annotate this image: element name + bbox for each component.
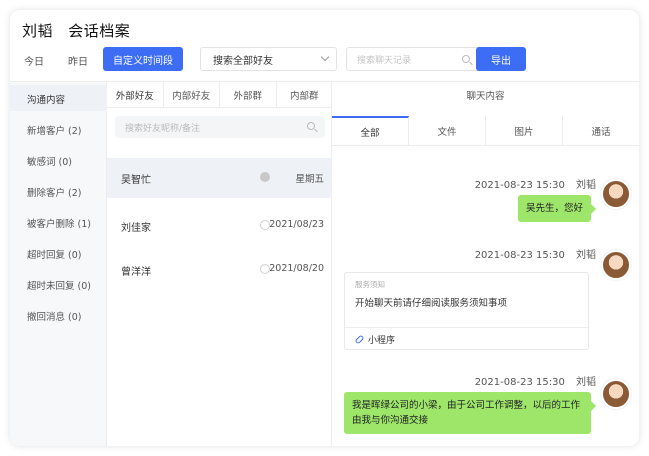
message-time: 2021-08-23 15:30 (474, 377, 565, 388)
yesterday-button[interactable]: 昨日 (68, 53, 88, 68)
check-circle-icon (260, 172, 270, 182)
contact-date: 2021/08/20 (269, 263, 324, 274)
chat-search-input[interactable]: 搜索聊天记录 (346, 47, 481, 71)
sidebar-item-new-customers[interactable]: 新增客户 (2) (27, 123, 81, 137)
page-title: 刘韬 会话档案 (22, 20, 140, 41)
message-sender: 刘韬 (576, 250, 596, 261)
sidebar-item-deleted-customers[interactable]: 删除客户 (2) (27, 185, 81, 199)
card-text: 开始聊天前请仔细阅读服务须知事项 (355, 298, 508, 309)
contact-name: 吴智忙 (121, 175, 151, 186)
avatar (601, 250, 631, 280)
contact-item[interactable]: 曾洋洋 2021/08/20 (107, 250, 332, 290)
contact-item[interactable]: 吴智忙 星期五 (107, 158, 332, 198)
export-button[interactable]: 导出 (476, 47, 526, 71)
chevron-down-icon (320, 52, 330, 62)
friend-select-value: 搜索全部好友 (213, 55, 273, 67)
sidebar-item-sensitive-words[interactable]: 敏感词 (0) (27, 154, 72, 168)
message-time: 2021-08-23 15:30 (474, 180, 565, 191)
card-divider (345, 327, 588, 328)
avatar (601, 379, 631, 409)
message-bubble: 我是晖绿公司的小梁，由于公司工作调整，以后的工作由我与你沟通交接 (344, 392, 596, 434)
link-icon (354, 334, 365, 345)
tab-files[interactable]: 文件 (409, 116, 486, 145)
message-bubble: 吴先生，您好 (517, 195, 597, 222)
tab-external-groups[interactable]: 外部群 (220, 82, 277, 107)
mini-program-card[interactable]: 服务须知 开始聊天前请仔细阅读服务须知事项 小程序 (344, 272, 589, 350)
avatar (601, 179, 631, 209)
mini-program-link[interactable]: 小程序 (354, 333, 396, 346)
sidebar-item-recalled[interactable]: 撤回消息 (0) (27, 309, 81, 323)
contact-tabs: 外部好友 内部好友 外部群 内部群 (107, 82, 332, 108)
tab-all[interactable]: 全部 (332, 116, 409, 145)
chat-panel-title: 聊天内容 (466, 91, 505, 102)
message-sender: 刘韬 (576, 180, 596, 191)
sidebar-item-chat-content[interactable]: 沟通内容 (27, 92, 65, 106)
search-icon (462, 55, 470, 63)
tab-internal-groups[interactable]: 内部群 (277, 82, 333, 107)
search-icon (307, 122, 315, 130)
tab-external-friends[interactable]: 外部好友 (107, 82, 164, 107)
sidebar-item-late-reply[interactable]: 超时回复 (0) (27, 247, 81, 261)
tab-images[interactable]: 图片 (486, 116, 563, 145)
contact-item[interactable]: 刘佳家 2021/08/23 (107, 206, 332, 246)
message-meta: 2021-08-23 15:30 刘韬 (475, 373, 596, 388)
chat-panel: 聊天内容 全部 文件 图片 通话 2021-08-23 15:30 刘韬 吴先生… (332, 82, 639, 446)
contact-name: 曾洋洋 (121, 267, 151, 278)
category-sidebar: 沟通内容 新增客户 (2) 敏感词 (0) 删除客户 (2) 被客户删除 (1)… (10, 82, 107, 446)
mini-program-label: 小程序 (368, 336, 396, 346)
sidebar-item-deleted-by-customer[interactable]: 被客户删除 (1) (27, 216, 91, 230)
custom-range-button[interactable]: 自定义时间段 (103, 47, 183, 71)
contact-search-input[interactable]: 搜索好友昵称/备注 (115, 116, 325, 138)
today-button[interactable]: 今日 (24, 53, 44, 68)
message-sender: 刘韬 (576, 377, 596, 388)
session-archive-card: 刘韬 会话档案 今日 昨日 自定义时间段 搜索全部好友 搜索聊天记录 导出 沟通… (10, 10, 639, 446)
message-meta: 2021-08-23 15:30 刘韬 (475, 246, 596, 261)
sidebar-item-no-reply[interactable]: 超时未回复 (0) (27, 278, 91, 292)
page-title-text: 会话档案 (68, 22, 131, 40)
tab-calls[interactable]: 通话 (563, 116, 639, 145)
contact-search-placeholder: 搜索好友昵称/备注 (125, 123, 201, 134)
chat-search-placeholder: 搜索聊天记录 (357, 55, 412, 66)
contacts-panel: 外部好友 内部好友 外部群 内部群 搜索好友昵称/备注 吴智忙 星期五 刘佳家 … (107, 82, 332, 446)
user-name: 刘韬 (22, 22, 54, 40)
contact-date: 2021/08/23 (269, 219, 324, 230)
tab-internal-friends[interactable]: 内部好友 (164, 82, 220, 107)
contact-date: 星期五 (295, 174, 324, 185)
message-meta: 2021-08-23 15:30 刘韬 (475, 176, 596, 191)
friend-select[interactable]: 搜索全部好友 (200, 47, 337, 71)
chat-tabs: 全部 文件 图片 通话 (332, 116, 639, 146)
contact-name: 刘佳家 (121, 223, 151, 234)
card-tag: 服务须知 (355, 280, 385, 289)
message-time: 2021-08-23 15:30 (474, 250, 565, 261)
